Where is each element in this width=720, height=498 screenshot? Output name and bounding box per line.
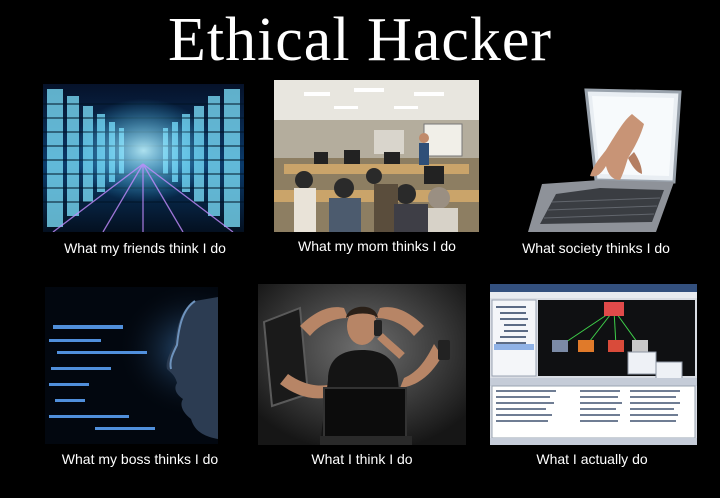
think-caption: What I think I do	[311, 451, 413, 467]
friends-caption: What my friends think I do	[64, 240, 226, 256]
boss-caption: What my boss thinks I do	[61, 451, 219, 467]
friends-image	[43, 84, 244, 232]
society-caption: What society thinks I do	[522, 240, 670, 256]
mom-caption: What my mom thinks I do	[298, 238, 456, 254]
actually-image	[490, 284, 697, 445]
boss-image	[45, 287, 218, 444]
mom-image	[274, 80, 479, 232]
think-image	[258, 284, 466, 445]
society-image	[528, 84, 690, 232]
actually-caption: What I actually do	[536, 451, 648, 467]
page-title: Ethical Hacker	[167, 6, 553, 74]
